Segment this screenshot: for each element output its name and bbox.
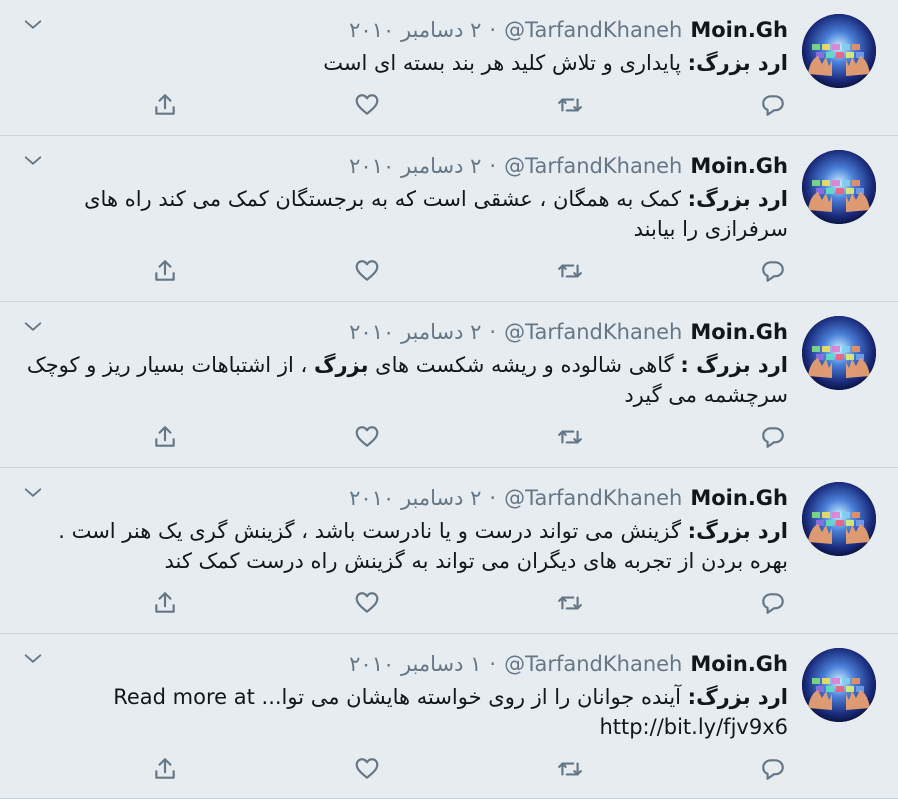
tweet[interactable]: ۲ دسامبر ۲۰۱۰ · @TarfandKhaneh Moin.Gh ا… — [0, 468, 898, 634]
tweet-actions — [0, 256, 898, 286]
heart-icon[interactable] — [352, 754, 382, 784]
tweet-header: ۲ دسامبر ۲۰۱۰ · @TarfandKhaneh Moin.Gh — [349, 318, 788, 346]
tweet[interactable]: ۲ دسامبر ۲۰۱۰ · @TarfandKhaneh Moin.Gh ا… — [0, 136, 898, 302]
user-name[interactable]: Moin.Gh — [690, 320, 788, 344]
chevron-down-icon[interactable] — [20, 482, 46, 504]
tweet-body-bold: بزرگ — [313, 353, 369, 377]
chevron-down-icon[interactable] — [20, 648, 46, 670]
tweet-prefix: ارد بزرگ — [696, 187, 788, 211]
avatar[interactable] — [802, 150, 876, 224]
tweet-feed: ۲ دسامبر ۲۰۱۰ · @TarfandKhaneh Moin.Gh ا… — [0, 0, 898, 799]
tweet-prefix: ارد بزرگ — [696, 685, 788, 709]
tweet-text: ارد بزرگ : گاهی شالوده و ریشه شکست های ب… — [18, 350, 788, 410]
share-icon[interactable] — [150, 256, 180, 286]
share-icon[interactable] — [150, 422, 180, 452]
tweet-actions — [0, 422, 898, 452]
reply-icon[interactable] — [758, 422, 788, 452]
tweet-colon: : — [687, 187, 697, 211]
share-icon[interactable] — [150, 90, 180, 120]
avatar[interactable] — [802, 316, 876, 390]
share-icon[interactable] — [150, 588, 180, 618]
tweet-header: ۲ دسامبر ۲۰۱۰ · @TarfandKhaneh Moin.Gh — [349, 484, 788, 512]
tweet-header: ۲ دسامبر ۲۰۱۰ · @TarfandKhaneh Moin.Gh — [349, 16, 788, 44]
heart-icon[interactable] — [352, 90, 382, 120]
heart-icon[interactable] — [352, 422, 382, 452]
tweet-header: ۲ دسامبر ۲۰۱۰ · @TarfandKhaneh Moin.Gh — [349, 152, 788, 180]
reply-icon[interactable] — [758, 256, 788, 286]
retweet-icon[interactable] — [555, 754, 585, 784]
retweet-icon[interactable] — [555, 422, 585, 452]
user-name[interactable]: Moin.Gh — [690, 154, 788, 178]
separator: · — [489, 320, 497, 344]
tweet[interactable]: ۲ دسامبر ۲۰۱۰ · @TarfandKhaneh Moin.Gh ا… — [0, 302, 898, 468]
tweet-colon: : — [680, 353, 697, 377]
retweet-icon[interactable] — [555, 256, 585, 286]
share-icon[interactable] — [150, 754, 180, 784]
separator: · — [489, 652, 497, 676]
tweet-prefix: ارد بزرگ — [696, 519, 788, 543]
tweet-header: ۱ دسامبر ۲۰۱۰ · @TarfandKhaneh Moin.Gh — [349, 650, 788, 678]
user-handle[interactable]: @TarfandKhaneh — [504, 18, 682, 42]
tweet-date[interactable]: ۲ دسامبر ۲۰۱۰ — [349, 18, 481, 42]
separator: · — [489, 18, 497, 42]
tweet-body-before: گاهی شالوده و ریشه شکست های — [368, 353, 681, 377]
tweet-body: کمک به همگان ، عشقی است که به برجستگان ک… — [84, 187, 788, 241]
avatar[interactable] — [802, 482, 876, 556]
tweet[interactable]: ۲ دسامبر ۲۰۱۰ · @TarfandKhaneh Moin.Gh ا… — [0, 0, 898, 136]
user-handle[interactable]: @TarfandKhaneh — [504, 486, 682, 510]
chevron-down-icon[interactable] — [20, 14, 46, 36]
tweet-colon: : — [687, 519, 697, 543]
avatar[interactable] — [802, 14, 876, 88]
retweet-icon[interactable] — [555, 588, 585, 618]
user-name[interactable]: Moin.Gh — [690, 486, 788, 510]
tweet-text: ارد بزرگ: کمک به همگان ، عشقی است که به … — [18, 184, 788, 244]
separator: · — [489, 154, 497, 178]
retweet-icon[interactable] — [555, 90, 585, 120]
reply-icon[interactable] — [758, 90, 788, 120]
tweet-text: ارد بزرگ: گزینش می تواند درست و یا نادرس… — [18, 516, 788, 576]
separator: · — [489, 486, 497, 510]
tweet-date[interactable]: ۲ دسامبر ۲۰۱۰ — [349, 486, 481, 510]
tweet-actions — [0, 90, 898, 120]
reply-icon[interactable] — [758, 588, 788, 618]
avatar[interactable] — [802, 648, 876, 722]
tweet-actions — [0, 588, 898, 618]
tweet-body: پایداری و تلاش کلید هر بند بسته ای است — [323, 51, 688, 75]
tweet-link[interactable]: http://bit.ly/fjv9x6 — [599, 715, 788, 739]
tweet-text: ارد بزرگ: پایداری و تلاش کلید هر بند بست… — [18, 48, 788, 78]
user-handle[interactable]: @TarfandKhaneh — [504, 154, 682, 178]
tweet-prefix: ارد بزرگ — [696, 353, 788, 377]
heart-icon[interactable] — [352, 256, 382, 286]
tweet-colon: : — [687, 51, 697, 75]
user-name[interactable]: Moin.Gh — [690, 18, 788, 42]
heart-icon[interactable] — [352, 588, 382, 618]
user-handle[interactable]: @TarfandKhaneh — [504, 320, 682, 344]
user-handle[interactable]: @TarfandKhaneh — [504, 652, 682, 676]
user-name[interactable]: Moin.Gh — [690, 652, 788, 676]
tweet-date[interactable]: ۲ دسامبر ۲۰۱۰ — [349, 154, 481, 178]
chevron-down-icon[interactable] — [20, 316, 46, 338]
tweet-body: گزینش می تواند درست و یا نادرست باشد ، گ… — [58, 519, 788, 573]
tweet[interactable]: ۱ دسامبر ۲۰۱۰ · @TarfandKhaneh Moin.Gh ا… — [0, 634, 898, 799]
tweet-text: ارد بزرگ: آینده جوانان را از روی خواسته … — [18, 682, 788, 742]
tweet-date[interactable]: ۱ دسامبر ۲۰۱۰ — [349, 652, 481, 676]
tweet-actions — [0, 754, 898, 784]
reply-icon[interactable] — [758, 754, 788, 784]
tweet-colon: : — [687, 685, 697, 709]
chevron-down-icon[interactable] — [20, 150, 46, 172]
tweet-date[interactable]: ۲ دسامبر ۲۰۱۰ — [349, 320, 481, 344]
tweet-prefix: ارد بزرگ — [696, 51, 788, 75]
tweet-body: آینده جوانان را از روی خواسته هایشان می … — [113, 685, 688, 709]
